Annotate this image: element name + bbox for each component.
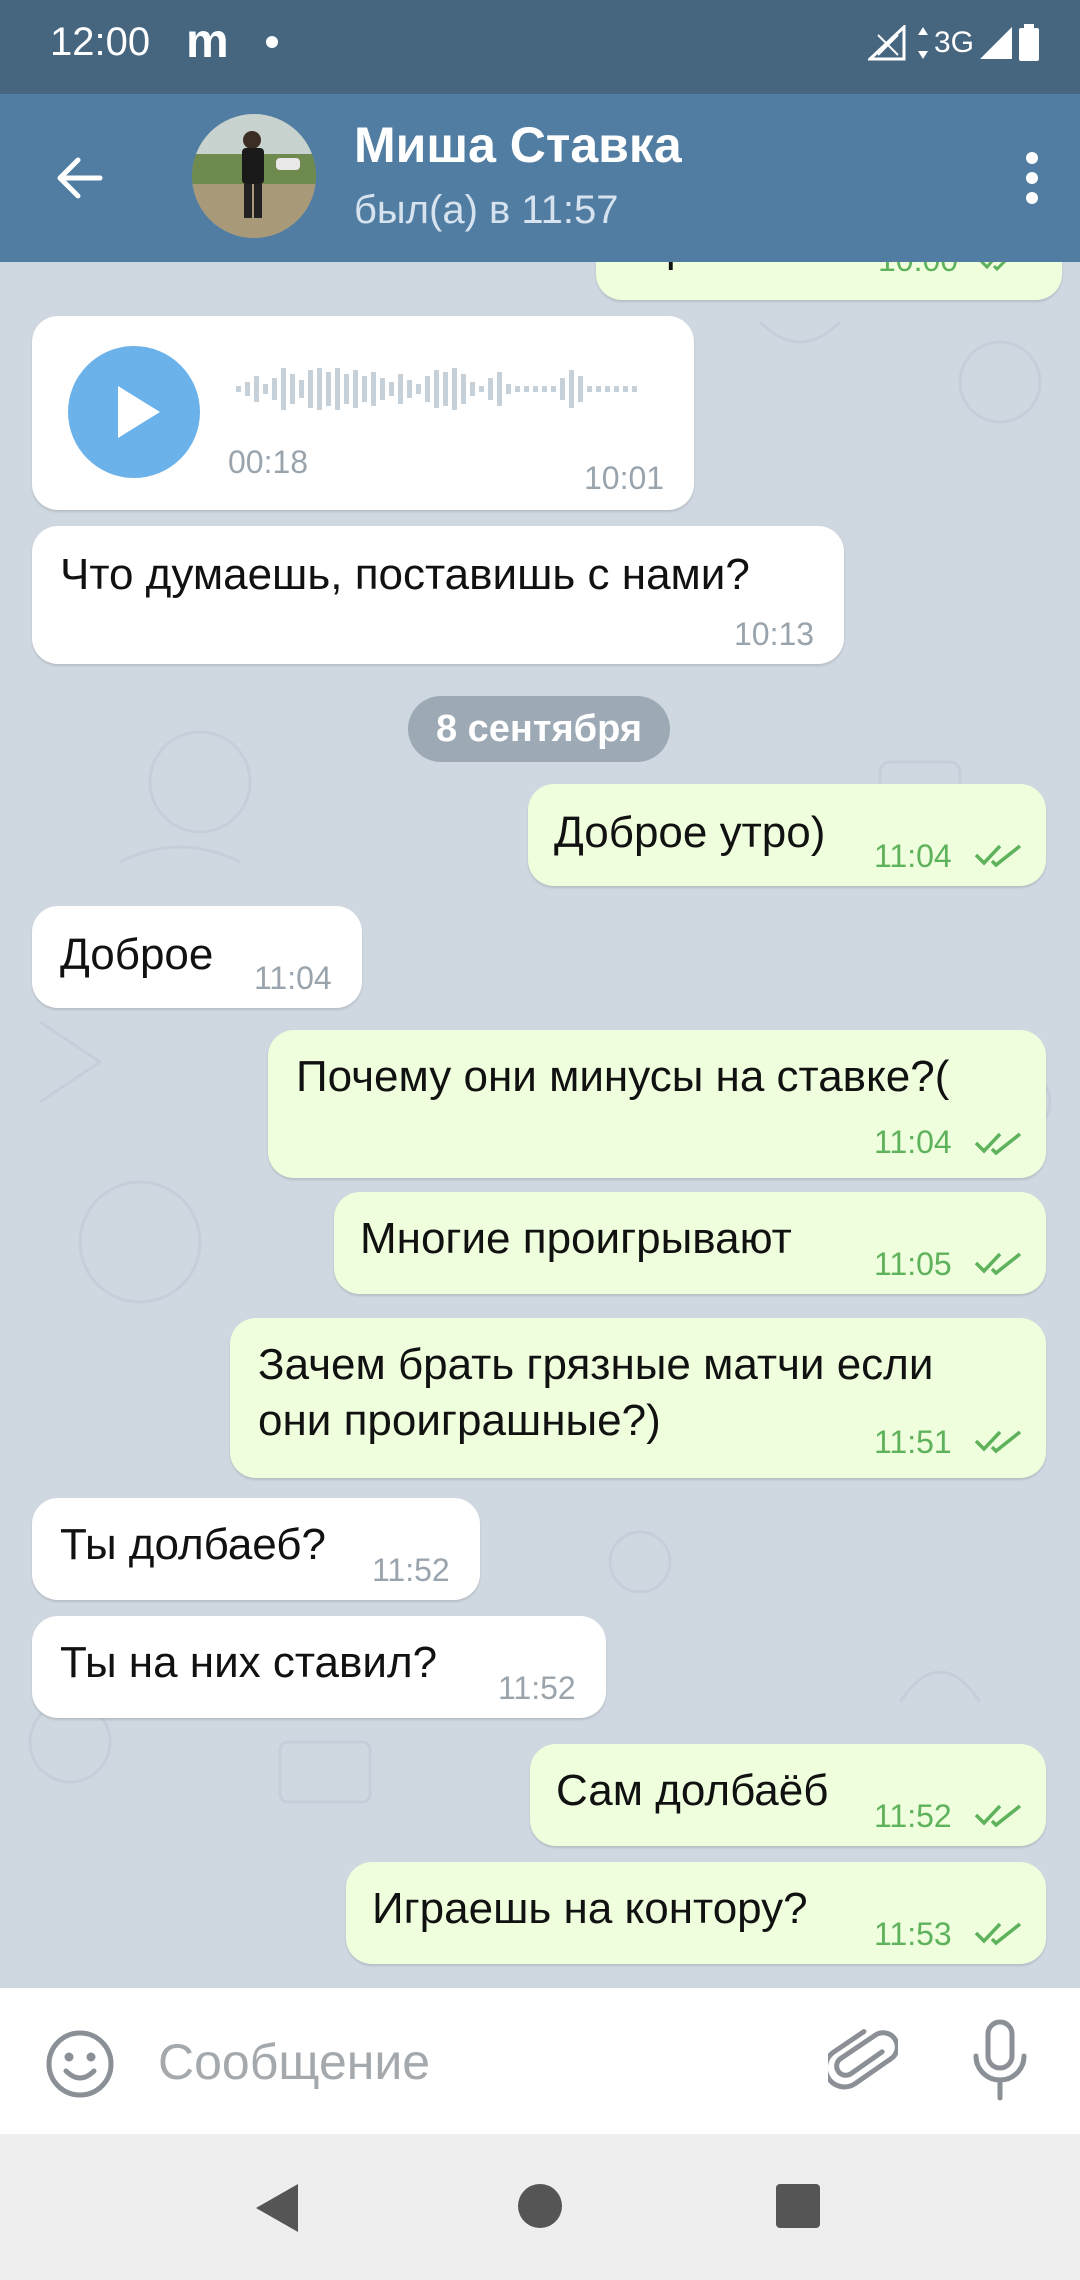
message-time: 11:05: [874, 1246, 952, 1282]
signal-icon: [980, 27, 1012, 59]
message-incoming[interactable]: Ты на них ставил? 11:52: [32, 1616, 606, 1718]
mic-icon[interactable]: [970, 2018, 1030, 2104]
status-icons: 3G: [867, 24, 1040, 62]
voice-duration: 00:18: [228, 444, 309, 480]
double-check-icon: [974, 844, 1022, 868]
status-bar: 12:00 m 3G: [0, 0, 1080, 94]
message-time: 10:00: [878, 262, 958, 279]
last-seen: был(а) в 11:57: [354, 188, 619, 232]
message-text: Доброе утро): [554, 808, 826, 857]
message-time: 11:04: [874, 1124, 952, 1160]
message-time: 11:52: [498, 1670, 576, 1706]
message-text: Гарантии?: [620, 262, 833, 272]
message-text-line1: Зачем брать грязные матчи если: [258, 1340, 934, 1389]
voice-waveform[interactable]: [236, 364, 656, 414]
battery-icon: [1019, 24, 1039, 61]
message-outgoing[interactable]: Играешь на контору? 11:53: [346, 1862, 1046, 1964]
message-time: 11:53: [874, 1916, 952, 1952]
message-outgoing[interactable]: Почему они минусы на ставке?( 11:04: [268, 1030, 1046, 1178]
date-separator: 8 сентября: [408, 696, 670, 762]
message-incoming[interactable]: Ты долбаеб? 11:52: [32, 1498, 480, 1600]
double-check-icon: [974, 1804, 1022, 1828]
message-time: 10:01: [584, 460, 665, 496]
emoji-icon[interactable]: [44, 2028, 116, 2100]
voice-message[interactable]: 00:18 10:01: [32, 316, 694, 510]
message-time: 10:13: [734, 616, 815, 652]
message-text: Почему они минусы на ставке?(: [296, 1052, 950, 1101]
back-arrow-icon[interactable]: [52, 152, 104, 204]
message-text: Что думаешь, поставишь с нами?: [60, 550, 750, 599]
chat-header: Миша Ставка был(а) в 11:57: [0, 94, 1080, 262]
avatar[interactable]: [192, 114, 316, 238]
message-time: 11:04: [254, 960, 332, 996]
message-text: Доброе: [60, 930, 214, 979]
message-text: Ты долбаеб?: [60, 1520, 326, 1569]
nav-recent-icon[interactable]: [776, 2184, 820, 2228]
more-vert-icon[interactable]: [1024, 150, 1040, 206]
notification-dot-icon: [266, 36, 278, 48]
paperclip-icon[interactable]: [828, 2018, 898, 2102]
message-outgoing[interactable]: Сам долбаёб 11:52: [530, 1744, 1046, 1846]
message-input[interactable]: [156, 2026, 800, 2098]
message-outgoing[interactable]: Зачем брать грязные матчи если они проиг…: [230, 1318, 1046, 1478]
message-incoming[interactable]: Что думаешь, поставишь с нами? 10:13: [32, 526, 844, 664]
message-text-line2: они проиграшные?): [258, 1396, 661, 1445]
notification-m-icon: m: [186, 15, 229, 68]
avatar-photo: [192, 114, 316, 238]
play-button[interactable]: [68, 346, 200, 478]
message-time: 11:52: [372, 1552, 450, 1588]
status-time: 12:00: [50, 20, 151, 64]
message-incoming[interactable]: Доброе 11:04: [32, 906, 362, 1008]
system-nav-bar: [0, 2134, 1080, 2280]
double-check-icon: [974, 1922, 1022, 1946]
network-type: 3G: [933, 26, 974, 59]
message-outgoing[interactable]: Многие проигрывают 11:05: [334, 1192, 1046, 1294]
double-check-icon: [979, 262, 1007, 272]
double-check-icon: [974, 1252, 1022, 1276]
double-check-icon: [974, 1430, 1022, 1454]
message-time: 11:04: [874, 838, 952, 874]
message-text: Играешь на контору?: [372, 1884, 808, 1933]
message-outgoing[interactable]: Доброе утро) 11:04: [528, 784, 1046, 886]
message-text: Ты на них ставил?: [60, 1638, 438, 1687]
nav-back-icon[interactable]: [254, 2182, 300, 2234]
nav-home-icon[interactable]: [518, 2184, 562, 2228]
signal-off-icon: [867, 25, 906, 61]
composer: [0, 1988, 1080, 2134]
double-check-icon: [974, 1132, 1022, 1156]
message-time: 11:51: [874, 1424, 952, 1460]
chat-title[interactable]: Миша Ставка: [354, 116, 682, 174]
message-text: Многие проигрывают: [360, 1214, 792, 1263]
play-icon: [118, 386, 160, 438]
message-list[interactable]: Гарантии? 10:00: [0, 262, 1080, 1988]
message-text: Сам долбаёб: [556, 1766, 829, 1815]
message-time: 11:52: [874, 1798, 952, 1834]
data-arrows-icon: [917, 27, 928, 59]
message-outgoing[interactable]: Гарантии? 10:00: [596, 262, 1062, 300]
